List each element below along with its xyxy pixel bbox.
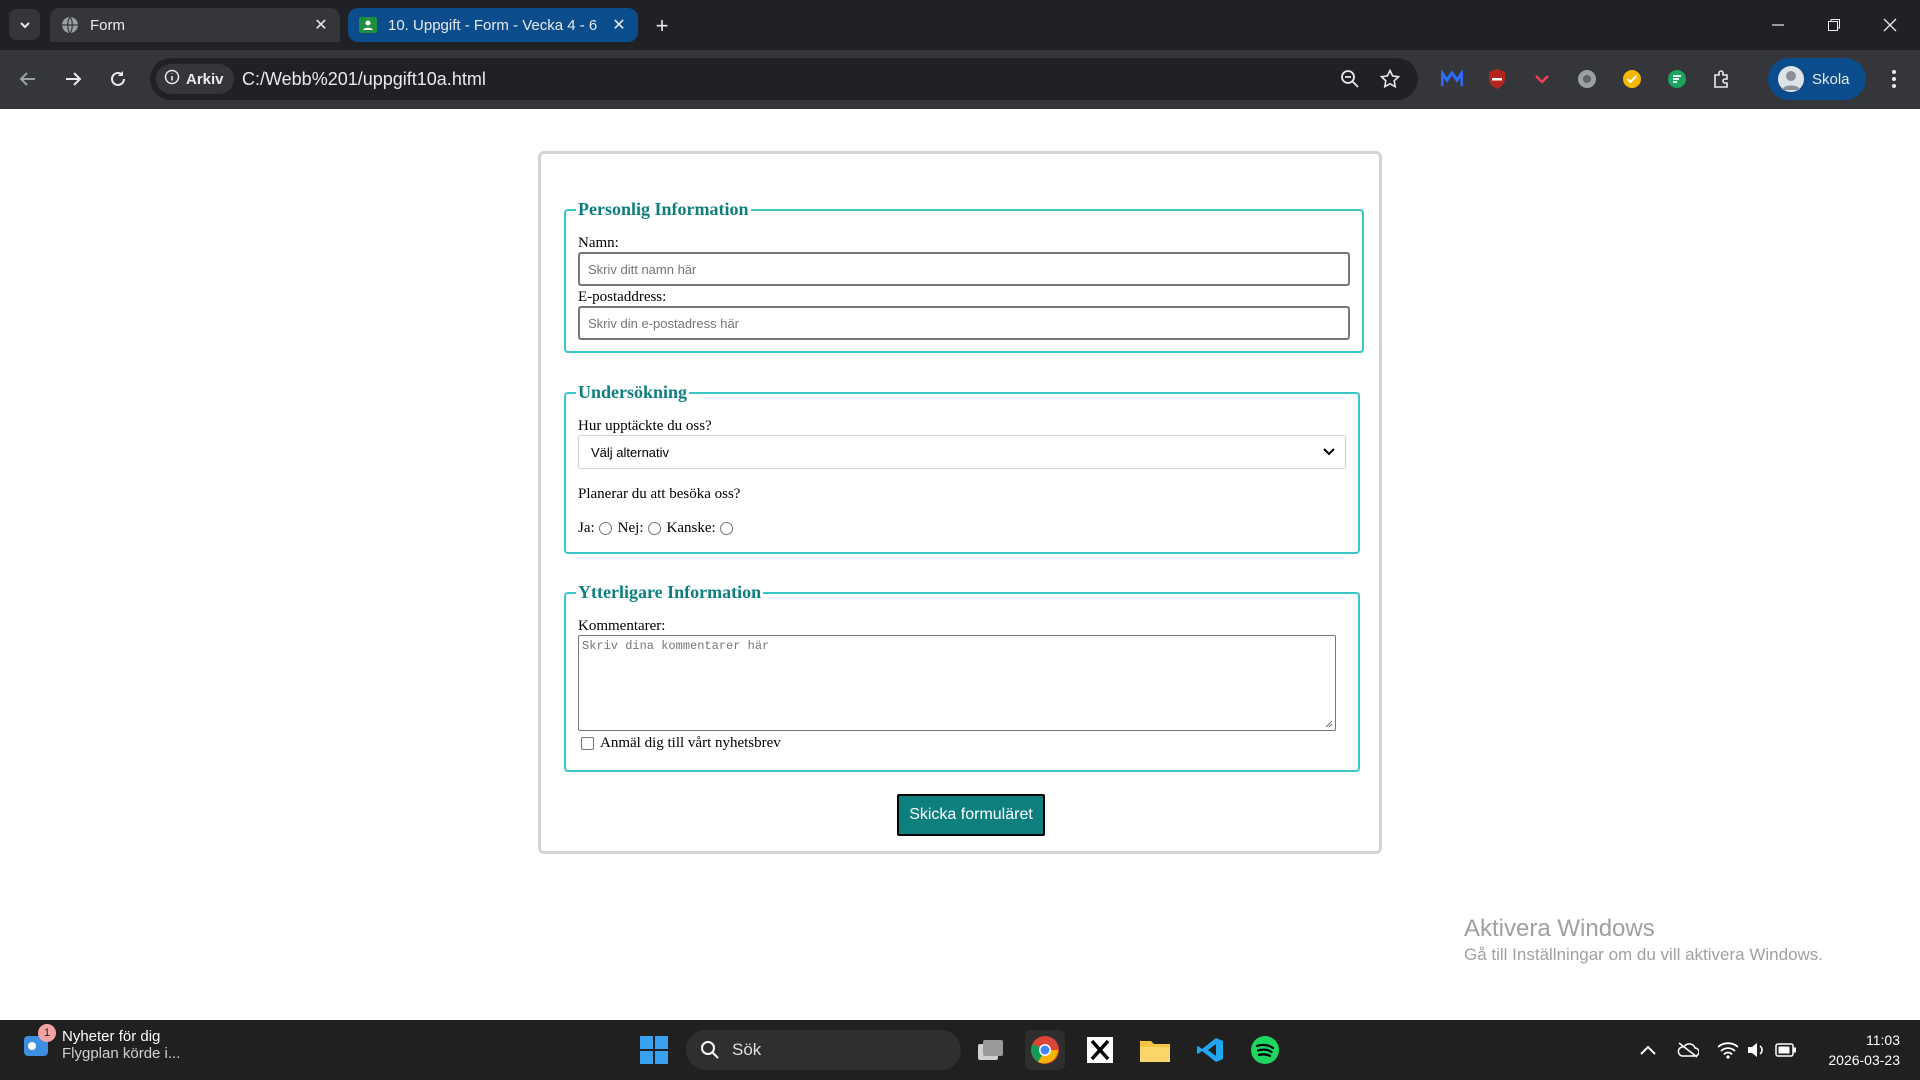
- avatar: [1778, 66, 1804, 92]
- radio-label-no: Nej:: [617, 520, 644, 536]
- page-viewport: Personlig Information Namn: E-postaddres…: [0, 109, 1920, 1020]
- radio-maybe[interactable]: [719, 522, 733, 535]
- name-label: Namn:: [578, 235, 619, 251]
- tab-classroom[interactable]: 10. Uppgift - Form - Vecka 4 - 6 ✕: [348, 8, 638, 42]
- clock-date: 2026-03-23: [1828, 1052, 1900, 1068]
- task-view-icon[interactable]: [970, 1030, 1010, 1070]
- onedrive-offline-icon[interactable]: [1676, 1038, 1700, 1062]
- clock-time: 11:03: [1866, 1032, 1900, 1048]
- more-menu-icon[interactable]: [1882, 67, 1906, 91]
- extension-check-icon[interactable]: [1620, 67, 1644, 91]
- taskbar: 1 Nyheter för dig Flygplan körde i... Sö…: [0, 1020, 1920, 1080]
- reload-icon[interactable]: [103, 64, 133, 94]
- comments-label: Kommentarer:: [578, 618, 666, 634]
- personal-info-fieldset: Personlig Information Namn: E-postaddres…: [564, 199, 1364, 353]
- radio-no[interactable]: [647, 522, 661, 535]
- extension-m-icon[interactable]: [1440, 67, 1464, 91]
- chrome-icon[interactable]: [1025, 1030, 1065, 1070]
- source-selected-value: Välj alternativ: [591, 444, 670, 460]
- watermark-title: Aktivera Windows: [1464, 915, 1655, 942]
- tab-form[interactable]: Form ✕: [50, 8, 340, 42]
- news-headline: Flygplan körde i...: [62, 1045, 181, 1062]
- news-widget[interactable]: 1 Nyheter för dig Flygplan körde i...: [22, 1024, 181, 1062]
- newsletter-row: Anmäl dig till vårt nyhetsbrev: [578, 735, 1346, 752]
- spotify-icon[interactable]: [1245, 1030, 1285, 1070]
- radio-label-yes: Ja:: [578, 520, 595, 536]
- extension-shield-icon[interactable]: [1485, 67, 1509, 91]
- volume-icon[interactable]: [1744, 1038, 1768, 1062]
- tab-strip: Form ✕ 10. Uppgift - Form - Vecka 4 - 6 …: [0, 0, 1920, 50]
- comments-textarea[interactable]: Skriv dina kommentarer här: [578, 635, 1336, 731]
- radio-label-maybe: Kanske:: [666, 520, 716, 536]
- visit-question: Planerar du att besöka oss?: [578, 486, 741, 502]
- news-badge: 1: [38, 1024, 56, 1042]
- wifi-icon[interactable]: [1716, 1038, 1740, 1062]
- close-tab-icon[interactable]: ✕: [310, 14, 332, 36]
- comments-placeholder: Skriv dina kommentarer här: [582, 639, 770, 653]
- personal-info-legend: Personlig Information: [578, 199, 749, 219]
- file-explorer-icon[interactable]: [1135, 1030, 1175, 1070]
- minimize-icon[interactable]: [1750, 0, 1806, 50]
- extension-green-icon[interactable]: [1665, 67, 1689, 91]
- submit-button[interactable]: Skicka formuläret: [897, 794, 1045, 836]
- site-info-chip[interactable]: Arkiv: [156, 64, 234, 94]
- newsletter-label: Anmäl dig till vårt nyhetsbrev: [600, 735, 781, 751]
- tab-title: 10. Uppgift - Form - Vecka 4 - 6: [388, 16, 598, 34]
- newsletter-checkbox[interactable]: [581, 737, 594, 750]
- taskbar-search[interactable]: Sök: [686, 1030, 961, 1070]
- new-tab-button[interactable]: +: [648, 12, 676, 40]
- form-container: Personlig Information Namn: E-postaddres…: [538, 151, 1382, 854]
- news-icon: 1: [22, 1024, 56, 1060]
- chevron-up-icon[interactable]: [1636, 1038, 1660, 1062]
- url-text[interactable]: C:/Webb%201/uppgift10a.html: [242, 69, 486, 90]
- system-clock[interactable]: 11:03 2026-03-23: [1810, 1030, 1900, 1070]
- watermark-subtitle: Gå till Inställningar om du vill aktiver…: [1464, 945, 1824, 964]
- forward-icon[interactable]: [58, 64, 88, 94]
- globe-icon: [60, 15, 80, 35]
- extensions-puzzle-icon[interactable]: [1710, 67, 1734, 91]
- restore-icon[interactable]: [1806, 0, 1862, 50]
- email-label: E-postaddress:: [578, 289, 667, 305]
- browser-toolbar: Arkiv C:/Webb%201/uppgift10a.html Skola: [0, 50, 1920, 109]
- windows-start-icon[interactable]: [634, 1030, 674, 1070]
- news-title: Nyheter för dig: [62, 1028, 161, 1045]
- close-window-icon[interactable]: [1862, 0, 1918, 50]
- x-app-icon[interactable]: [1080, 1030, 1120, 1070]
- extension-grey-icon[interactable]: [1575, 67, 1599, 91]
- vscode-icon[interactable]: [1190, 1030, 1230, 1070]
- radio-yes[interactable]: [598, 522, 612, 535]
- back-icon[interactable]: [13, 64, 43, 94]
- extra-info-fieldset: Ytterligare Information Kommentarer: Skr…: [564, 582, 1360, 772]
- search-label: Sök: [732, 1040, 762, 1059]
- search-icon: [701, 1041, 719, 1059]
- extra-info-legend: Ytterligare Information: [578, 582, 762, 602]
- profile-name: Skola: [1812, 70, 1850, 88]
- classroom-icon: [358, 15, 378, 35]
- tab-title: Form: [90, 16, 125, 34]
- tab-search-button[interactable]: [9, 9, 40, 40]
- chevron-down-icon: [1323, 448, 1335, 456]
- close-tab-icon[interactable]: ✕: [608, 14, 630, 36]
- chip-label: Arkiv: [186, 70, 224, 88]
- extension-pocket-icon[interactable]: [1530, 67, 1554, 91]
- address-bar[interactable]: Arkiv C:/Webb%201/uppgift10a.html: [150, 58, 1418, 100]
- resize-handle-icon[interactable]: [1325, 720, 1333, 728]
- bookmark-star-icon[interactable]: [1378, 67, 1402, 91]
- info-icon: [164, 69, 180, 89]
- name-input[interactable]: [578, 252, 1350, 286]
- profile-button[interactable]: Skola: [1768, 58, 1866, 100]
- email-input[interactable]: [578, 306, 1350, 340]
- source-select[interactable]: Välj alternativ: [578, 435, 1346, 469]
- survey-legend: Undersökning: [578, 382, 688, 402]
- zoom-icon[interactable]: [1338, 67, 1362, 91]
- activation-watermark: Aktivera Windows Gå till Inställningar o…: [1464, 915, 1823, 965]
- survey-fieldset: Undersökning Hur upptäckte du oss? Välj …: [564, 382, 1360, 554]
- battery-icon[interactable]: [1774, 1038, 1798, 1062]
- chevron-down-icon: [19, 21, 30, 28]
- source-label: Hur upptäckte du oss?: [578, 418, 712, 434]
- visit-radio-group: Ja: Nej: Kanske:: [578, 520, 1346, 537]
